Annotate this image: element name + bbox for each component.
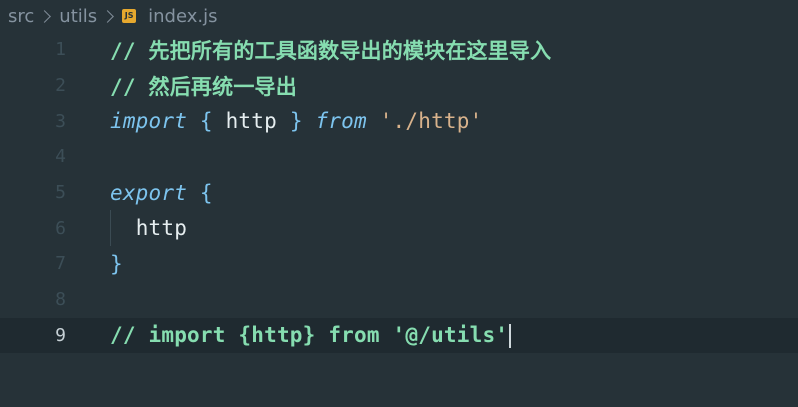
breadcrumb: src utils JS index.js: [0, 0, 798, 32]
line-number: 3: [55, 110, 66, 132]
code-line[interactable]: 7 }: [0, 246, 798, 282]
brace-open: {: [199, 109, 213, 134]
brace-close: }: [289, 109, 303, 134]
code-line[interactable]: 5 export {: [0, 175, 798, 211]
chevron-right-icon: [101, 9, 115, 23]
line-number: 6: [55, 217, 66, 239]
string-path: './http': [379, 109, 483, 134]
code-line[interactable]: 6 http: [0, 210, 798, 247]
javascript-file-icon: JS: [122, 9, 137, 23]
line-number: 8: [55, 289, 66, 311]
comment: // 然后再统一导出: [110, 74, 297, 99]
code-line[interactable]: 1 // 先把所有的工具函数导出的模块在这里导入: [0, 32, 798, 68]
code-line[interactable]: 3 import { http } from './http': [0, 103, 798, 139]
brace-close: }: [110, 251, 123, 276]
line-number: 4: [55, 146, 66, 168]
identifier-http: http: [135, 216, 188, 241]
line-number: 2: [55, 75, 66, 97]
chevron-right-icon: [38, 9, 52, 23]
comment-line: // import {http} from '@/utils': [110, 322, 512, 348]
code-line[interactable]: 8: [0, 282, 798, 318]
text-cursor: [509, 323, 512, 348]
line-number: 7: [55, 253, 66, 275]
code-area[interactable]: 1 // 先把所有的工具函数导出的模块在这里导入 2 // 然后再统一导出 3 …: [0, 32, 798, 354]
comment: // import {http} from '@/utils': [110, 322, 509, 347]
breadcrumb-utils[interactable]: utils: [59, 6, 97, 27]
keyword-from: from: [315, 109, 367, 134]
code-line[interactable]: 4: [0, 139, 798, 175]
breadcrumb-file[interactable]: index.js: [148, 6, 217, 27]
code-content: }: [110, 252, 123, 276]
code-content: export {: [110, 181, 213, 205]
code-editor[interactable]: src utils JS index.js 1 // 先把所有的工具函数导出的模…: [0, 0, 798, 407]
line-number: 1: [55, 39, 66, 61]
code-content: http: [110, 216, 187, 240]
code-content: import { http } from './http': [110, 109, 482, 133]
breadcrumb-src[interactable]: src: [8, 6, 34, 27]
line-number: 9: [55, 324, 66, 346]
comment: // 先把所有的工具函数导出的模块在这里导入: [110, 38, 552, 63]
brace-open: {: [199, 180, 213, 205]
identifier-http: http: [225, 109, 277, 134]
keyword-import: import: [110, 109, 188, 134]
code-line-active[interactable]: 9 // import {http} from '@/utils': [0, 317, 798, 354]
line-number: 5: [55, 182, 66, 204]
keyword-export: export: [110, 180, 188, 205]
code-line[interactable]: 2 // 然后再统一导出: [0, 68, 798, 104]
